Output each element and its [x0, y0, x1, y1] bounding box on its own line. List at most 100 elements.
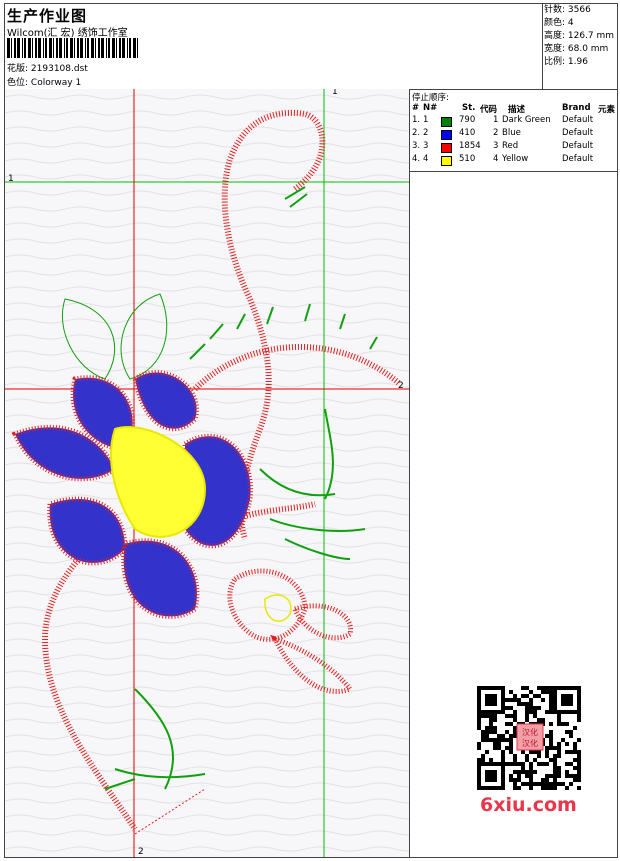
qr-cell [513, 734, 517, 738]
qr-cell [533, 782, 537, 786]
qr-cell [501, 766, 505, 770]
qr-cell [489, 714, 493, 718]
qr-cell [525, 754, 529, 758]
qr-cell [529, 762, 533, 766]
qr-cell [477, 742, 481, 746]
qr-cell [549, 694, 553, 698]
qr-cell [489, 758, 493, 762]
qr-cell [505, 746, 509, 750]
qr-cell [493, 726, 497, 730]
qr-cell [509, 742, 513, 746]
qr-cell [513, 786, 517, 790]
qr-cell [553, 758, 557, 762]
qr-cell [565, 750, 569, 754]
qr-cell [505, 730, 509, 734]
qr-cell [577, 774, 581, 778]
qr-cell [549, 746, 553, 750]
qr-cell [477, 718, 481, 722]
qr-cell [549, 698, 553, 702]
barcode-bar [17, 38, 20, 58]
qr-cell [529, 710, 533, 714]
sheet-header: 生产作业图 Wilcom(汇 宏) 绣饰工作室 花版: 2193108.dst … [5, 4, 617, 90]
qr-cell [537, 718, 541, 722]
qr-cell [521, 702, 525, 706]
qr-cell [501, 774, 505, 778]
row-color-swatch [441, 117, 452, 127]
qr-cell [545, 754, 549, 758]
qr-cell [477, 710, 481, 714]
qr-cell [529, 774, 533, 778]
qr-cell [505, 722, 509, 726]
qr-cell [529, 750, 533, 754]
qr-cell [553, 778, 557, 782]
qr-cell [553, 782, 557, 786]
qr-cell [489, 730, 493, 734]
design-width: 宽度: 68.0 mm [544, 44, 609, 54]
row-code: 4 [493, 154, 499, 164]
qr-cell [497, 686, 501, 690]
qr-cell [485, 686, 489, 690]
qr-cell [477, 762, 481, 766]
qr-cell [481, 762, 485, 766]
col-desc-header: 描述 [508, 105, 526, 115]
qr-cell [565, 762, 569, 766]
qr-cell [553, 746, 557, 750]
qr-cell [477, 782, 481, 786]
qr-cell [565, 698, 569, 702]
qr-cell [529, 706, 533, 710]
qr-cell [481, 686, 485, 690]
qr-cell [565, 694, 569, 698]
qr-cell [517, 762, 521, 766]
qr-cell [577, 698, 581, 702]
qr-cell [517, 778, 521, 782]
qr-cell [537, 686, 541, 690]
qr-cell [489, 718, 493, 722]
qr-cell [497, 742, 501, 746]
qr-cell [489, 774, 493, 778]
qr-cell [501, 758, 505, 762]
barcode-bar [122, 38, 125, 58]
qr-cell [565, 730, 569, 734]
row-needle: 4 [423, 154, 429, 164]
qr-cell [545, 750, 549, 754]
qr-cell [501, 698, 505, 702]
qr-cell [489, 770, 493, 774]
qr-cell [545, 786, 549, 790]
colorway-label: 色位: [7, 78, 29, 88]
qr-cell [537, 694, 541, 698]
row-description: Blue [502, 128, 521, 138]
qr-cell [509, 714, 513, 718]
barcode-bar [133, 38, 136, 58]
barcode-bar [59, 38, 62, 58]
qr-cell [489, 698, 493, 702]
qr-cell [577, 686, 581, 690]
qr-cell [525, 718, 529, 722]
qr-cell [545, 690, 549, 694]
qr-cell [509, 746, 513, 750]
qr-cell [541, 762, 545, 766]
design-scale: 比例: 1.96 [544, 57, 588, 67]
stop-sequence-title: 停止顺序: [412, 93, 449, 103]
col-brand-header: Brand [562, 103, 591, 113]
qr-cell [485, 762, 489, 766]
qr-cell [485, 694, 489, 698]
qr-cell [561, 722, 565, 726]
qr-cell [493, 686, 497, 690]
barcode [7, 38, 138, 58]
qr-cell [509, 698, 513, 702]
qr-cell [493, 694, 497, 698]
qr-cell [529, 770, 533, 774]
qr-cell [477, 766, 481, 770]
qr-cell [513, 698, 517, 702]
qr-cell [553, 686, 557, 690]
qr-cell [497, 746, 501, 750]
qr-cell [565, 742, 569, 746]
qr-cell [509, 738, 513, 742]
col-element-header: 元素 [598, 105, 616, 115]
qr-cell [493, 742, 497, 746]
row-code: 1 [493, 115, 499, 125]
qr-cell [493, 770, 497, 774]
qr-cell [481, 754, 485, 758]
qr-cell [569, 694, 573, 698]
qr-cell [501, 734, 505, 738]
